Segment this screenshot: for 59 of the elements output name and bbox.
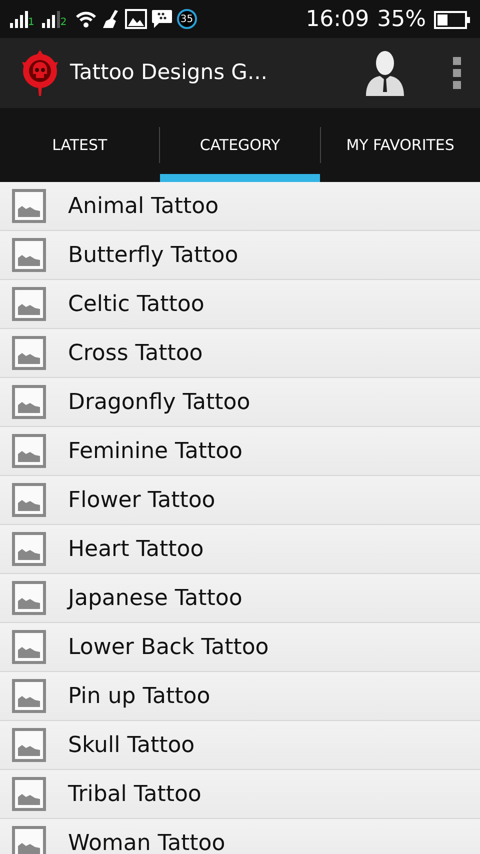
category-row[interactable]: Heart Tattoo [0, 525, 480, 574]
status-time: 16:09 [306, 6, 370, 34]
image-placeholder-icon [12, 483, 46, 517]
category-label: Feminine Tattoo [68, 438, 243, 466]
category-row[interactable]: Celtic Tattoo [0, 280, 480, 329]
image-placeholder-icon [12, 826, 46, 854]
category-row[interactable]: Feminine Tattoo [0, 427, 480, 476]
signal-icon [10, 10, 28, 28]
category-label: Animal Tattoo [68, 192, 219, 220]
image-placeholder-icon [12, 630, 46, 664]
category-label: Heart Tattoo [68, 536, 204, 564]
category-label: Tribal Tattoo [68, 780, 202, 808]
image-placeholder-icon [12, 777, 46, 811]
image-placeholder-icon [12, 679, 46, 713]
profile-button[interactable] [366, 50, 404, 96]
image-placeholder-icon [12, 581, 46, 615]
category-label: Pin up Tattoo [68, 682, 210, 710]
category-label: Japanese Tattoo [68, 584, 242, 612]
category-label: Dragonfly Tattoo [68, 388, 250, 416]
battery-icon [434, 10, 470, 29]
chat-icon [150, 9, 173, 29]
category-row[interactable]: Japanese Tattoo [0, 574, 480, 623]
category-label: Flower Tattoo [68, 486, 216, 514]
category-label: Butterfly Tattoo [68, 242, 238, 270]
image-placeholder-icon [12, 728, 46, 762]
menu-button[interactable] [452, 57, 462, 89]
category-label: Cross Tattoo [68, 340, 203, 368]
signal-icon [42, 10, 60, 28]
image-placeholder-icon [12, 287, 46, 321]
sim-number: 1 [28, 18, 34, 28]
image-placeholder-icon [12, 385, 46, 419]
category-row[interactable]: Butterfly Tattoo [0, 231, 480, 280]
notification-badge: 35 [176, 9, 197, 29]
app-title: Tattoo Designs G... [70, 59, 268, 86]
category-row[interactable]: Dragonfly Tattoo [0, 378, 480, 427]
category-row[interactable]: Pin up Tattoo [0, 672, 480, 721]
category-row[interactable]: Skull Tattoo [0, 721, 480, 770]
image-placeholder-icon [12, 189, 46, 223]
image-placeholder-icon [12, 434, 46, 468]
category-row[interactable]: Cross Tattoo [0, 329, 480, 378]
image-placeholder-icon [12, 532, 46, 566]
category-label: Lower Back Tattoo [68, 634, 269, 662]
category-label: Skull Tattoo [68, 732, 195, 760]
wifi-icon [74, 10, 97, 28]
category-row[interactable]: Tribal Tattoo [0, 770, 480, 819]
tab[interactable]: MY FAVORITES [320, 108, 480, 182]
category-row[interactable]: Animal Tattoo [0, 182, 480, 231]
category-row[interactable]: Flower Tattoo [0, 476, 480, 525]
image-placeholder-icon [12, 238, 46, 272]
broom-icon [100, 10, 121, 28]
category-row[interactable]: Woman Tattoo [0, 819, 480, 854]
image-icon [124, 9, 147, 29]
tab[interactable]: LATEST [0, 108, 160, 182]
category-label: Woman Tattoo [68, 830, 226, 854]
category-row[interactable]: Lower Back Tattoo [0, 623, 480, 672]
image-placeholder-icon [12, 336, 46, 370]
sim-number: 2 [60, 18, 67, 28]
category-label: Celtic Tattoo [68, 290, 204, 318]
battery-percent: 35% [377, 6, 426, 34]
